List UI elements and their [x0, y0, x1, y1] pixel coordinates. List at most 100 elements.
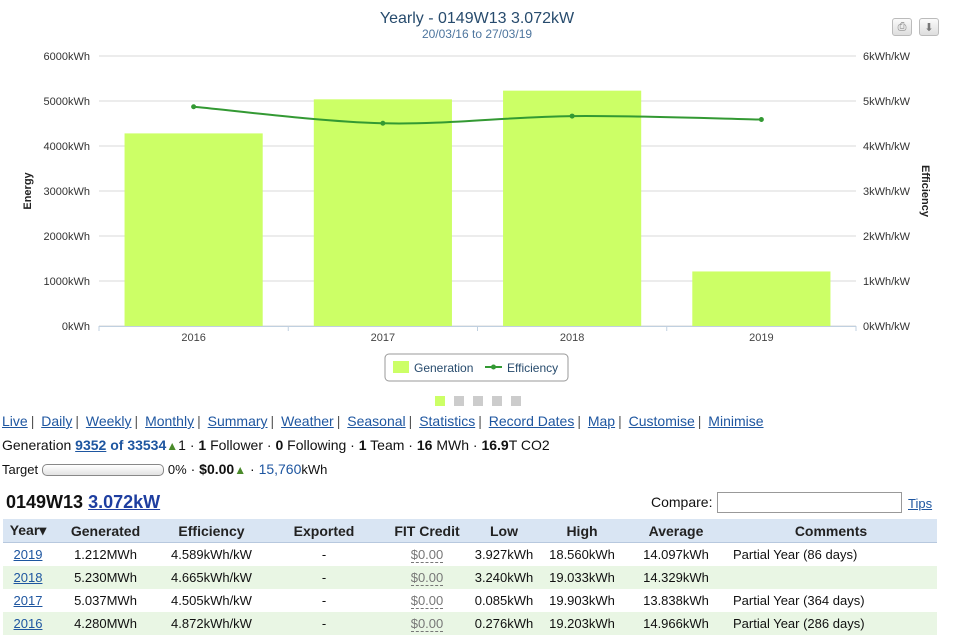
compare-input[interactable]: [717, 492, 902, 513]
page-dot[interactable]: [511, 396, 521, 406]
nav-separator: |: [30, 413, 35, 429]
table-row: 2017 5.037MWh 4.505kWh/kW - $0.00 0.085k…: [3, 589, 937, 612]
table-row: 2018 5.230MWh 4.665kWh/kW - $0.00 3.240k…: [3, 566, 937, 589]
followers-label[interactable]: Follower: [210, 437, 263, 453]
y-tick-label-right: 2kWh/kW: [863, 231, 911, 243]
nav-separator: |: [478, 413, 482, 429]
fit-credit-cell[interactable]: $0.00: [410, 547, 444, 563]
chart-subtitle: 20/03/16 to 27/03/19: [422, 27, 532, 41]
fit-credit-cell[interactable]: $0.00: [410, 570, 444, 586]
y-tick-label-right: 4kWh/kW: [863, 141, 911, 153]
efficiency-point: [569, 113, 575, 119]
generation-label: Generation: [2, 437, 72, 453]
nav-separator: |: [134, 413, 139, 429]
col-exported-header[interactable]: Exported: [265, 519, 383, 543]
page-dot[interactable]: [473, 396, 483, 406]
col-year-header[interactable]: Year▾: [3, 519, 53, 543]
nav-minimise[interactable]: Minimise: [708, 413, 763, 429]
nav-separator: |: [270, 413, 275, 429]
nav-separator: |: [197, 413, 201, 429]
nav-daily[interactable]: Daily: [41, 413, 72, 429]
generated-cell: 5.037MWh: [74, 593, 137, 608]
y-tick-label-right: 6kWh/kW: [863, 51, 911, 63]
target-label: Target: [2, 462, 39, 477]
nav-weekly[interactable]: Weekly: [86, 413, 132, 429]
target-amount: $0.00: [199, 461, 235, 477]
y-tick-label-right: 0kWh/kW: [863, 321, 911, 333]
system-capacity-link[interactable]: 3.072kW: [88, 492, 160, 512]
nav-seasonal[interactable]: Seasonal: [347, 413, 405, 429]
low-cell: 0.085kWh: [474, 593, 534, 608]
col-fit-credit-header[interactable]: FIT Credit: [383, 519, 471, 543]
generation-bar: [124, 133, 263, 326]
col-comments-header[interactable]: Comments: [725, 519, 937, 543]
page-dot[interactable]: [435, 396, 445, 406]
generation-rank-link[interactable]: 9352: [75, 437, 106, 453]
nav-separator: |: [577, 413, 581, 429]
co2-label: T CO2: [508, 437, 550, 453]
page-dot[interactable]: [454, 396, 464, 406]
nav-customise[interactable]: Customise: [629, 413, 695, 429]
amount-up-icon: ▲: [234, 463, 247, 477]
legend-efficiency-marker: [491, 364, 496, 370]
following-label[interactable]: Following: [287, 437, 346, 453]
nav-separator: |: [336, 413, 341, 429]
year-link[interactable]: 2019: [14, 547, 43, 562]
y-tick-label-left: 5000kWh: [44, 96, 90, 108]
nav-separator: |: [697, 413, 702, 429]
comments-cell: [725, 566, 937, 589]
yearly-table: Year▾ Generated Efficiency Exported FIT …: [3, 519, 937, 635]
print-button[interactable]: ⎙: [892, 18, 912, 36]
x-tick-label: 2017: [371, 332, 395, 344]
col-generated-header[interactable]: Generated: [53, 519, 158, 543]
chart-page-dots[interactable]: [435, 396, 521, 406]
table-row: 2016 4.280MWh 4.872kWh/kW - $0.00 0.276k…: [3, 612, 937, 635]
average-cell: 14.097kWh: [643, 547, 709, 562]
col-efficiency-header[interactable]: Efficiency: [158, 519, 265, 543]
target-kwh-value: 15,760: [258, 461, 302, 477]
generated-cell: 4.280MWh: [53, 612, 158, 635]
year-link[interactable]: 2017: [14, 593, 43, 608]
nav-map[interactable]: Map: [588, 413, 615, 429]
team-label[interactable]: Team: [370, 437, 404, 453]
x-tick-label: 2018: [560, 332, 584, 344]
compare-label: Compare:: [651, 494, 713, 510]
team-count: 1: [358, 437, 367, 453]
fit-credit-cell[interactable]: $0.00: [410, 616, 444, 632]
comments-cell: Partial Year (86 days): [733, 547, 858, 562]
high-cell: 19.903kWh: [549, 593, 615, 608]
nav-statistics[interactable]: Statistics: [419, 413, 475, 429]
nav-monthly[interactable]: Monthly: [145, 413, 194, 429]
high-cell: 19.033kWh: [537, 566, 627, 589]
target-percent: 0%: [167, 462, 187, 477]
y-tick-label-left: 6000kWh: [44, 51, 90, 63]
nav-record-dates[interactable]: Record Dates: [489, 413, 575, 429]
target-stats: Target 0% · $0.00▲ · 15,760kWh: [2, 461, 328, 477]
tips-link[interactable]: Tips: [908, 496, 932, 511]
legend-generation-swatch: [393, 361, 409, 373]
y-tick-label-left: 2000kWh: [44, 231, 90, 243]
comments-cell: Partial Year (364 days): [733, 593, 865, 608]
col-average-header[interactable]: Average: [627, 519, 725, 543]
yearly-chart: Yearly - 0149W13 3.072kW 20/03/16 to 27/…: [22, 10, 931, 406]
y-tick-label-right: 3kWh/kW: [863, 186, 911, 198]
nav-separator: |: [75, 413, 79, 429]
view-nav: Live | Daily | Weekly | Monthly | Summary | W…: [2, 413, 764, 429]
page-dot[interactable]: [492, 396, 502, 406]
nav-live[interactable]: Live: [2, 413, 28, 429]
nav-weather[interactable]: Weather: [281, 413, 334, 429]
generation-stats: Generation 9352 of 33534▲1 · 1 Follower …: [2, 437, 550, 453]
nav-summary[interactable]: Summary: [208, 413, 268, 429]
col-low-header[interactable]: Low: [471, 519, 537, 543]
year-link[interactable]: 2018: [14, 570, 43, 585]
generation-bar: [503, 90, 642, 327]
generation-bar: [692, 271, 831, 326]
year-link[interactable]: 2016: [14, 616, 43, 631]
download-button[interactable]: ⬇: [919, 18, 939, 36]
mwh-label: MWh: [436, 437, 469, 453]
col-high-header[interactable]: High: [537, 519, 627, 543]
download-icon: ⬇: [924, 21, 934, 34]
efficiency-line-path: [193, 105, 762, 125]
fit-credit-cell[interactable]: $0.00: [410, 593, 444, 609]
generation-bar: [313, 99, 452, 327]
